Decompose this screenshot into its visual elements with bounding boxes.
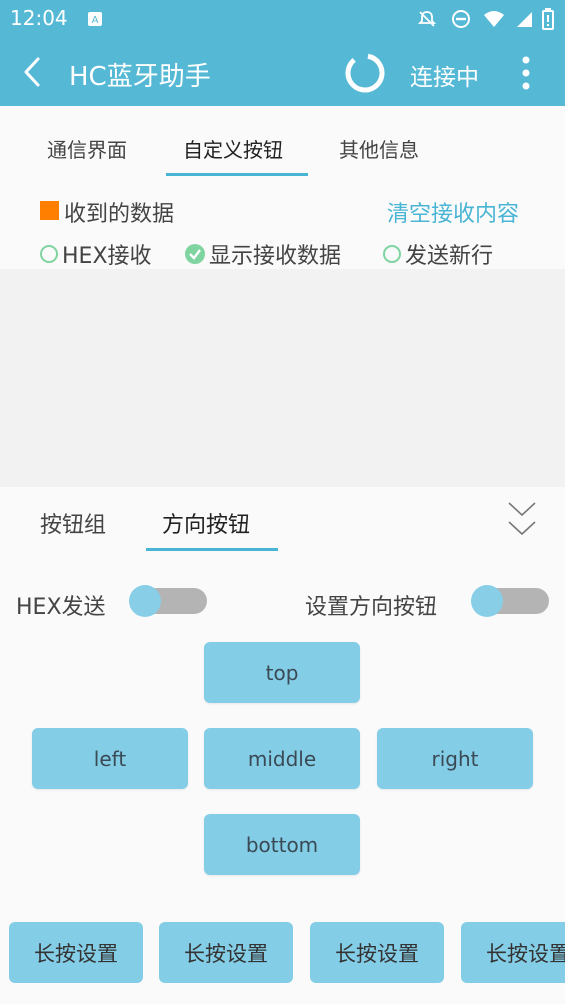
do-not-disturb-icon	[450, 8, 472, 30]
tab-direction-buttons[interactable]: 方向按钮	[162, 507, 250, 539]
hex-send-switch[interactable]	[129, 585, 207, 617]
direction-top-button[interactable]: top	[204, 642, 360, 703]
long-press-set-button[interactable]: 长按设置	[9, 922, 143, 983]
radio-unchecked-icon	[383, 245, 401, 263]
hex-send-label: HEX发送	[16, 595, 106, 620]
clear-received-button[interactable]: 清空接收内容	[387, 196, 519, 228]
connect-status-button[interactable]: 连接中	[410, 58, 479, 92]
svg-text:A: A	[92, 15, 99, 26]
received-data-title: 收到的数据	[64, 202, 175, 227]
show-received-radio[interactable]: 显示接收数据	[185, 238, 341, 270]
app-title: HC蓝牙助手	[69, 62, 211, 92]
signal-icon	[513, 8, 535, 30]
radio-checked-icon	[185, 244, 205, 264]
send-newline-radio[interactable]: 发送新行	[383, 238, 493, 270]
keyboard-notification-icon: A	[84, 8, 106, 30]
status-bar: 12:04 A	[0, 0, 565, 38]
more-menu-icon[interactable]	[516, 55, 536, 91]
receive-marker-icon	[40, 201, 59, 220]
direction-bottom-button[interactable]: bottom	[204, 814, 360, 875]
long-press-button-row: 长按设置 长按设置 长按设置 长按设置	[0, 922, 565, 984]
set-direction-switch[interactable]	[471, 585, 549, 617]
show-received-label: 显示接收数据	[209, 244, 342, 269]
radio-unchecked-icon	[40, 245, 58, 263]
hex-receive-radio[interactable]: HEX接收	[40, 238, 152, 270]
collapse-chevron-icon[interactable]	[506, 500, 538, 540]
tab-indicator	[166, 173, 308, 176]
app-bar: HC蓝牙助手 连接中	[0, 38, 565, 106]
wifi-icon	[483, 8, 505, 30]
long-press-set-button[interactable]: 长按设置	[159, 922, 293, 983]
send-newline-label: 发送新行	[405, 244, 494, 269]
direction-middle-button[interactable]: middle	[204, 728, 360, 789]
received-data-area[interactable]	[0, 269, 565, 487]
loading-spinner-icon	[344, 52, 386, 94]
long-press-set-button[interactable]: 长按设置	[461, 922, 565, 983]
tab-custom-buttons[interactable]: 自定义按钮	[183, 134, 283, 163]
notifications-off-icon	[416, 8, 438, 30]
long-press-set-button[interactable]: 长按设置	[310, 922, 444, 983]
tab-button-group[interactable]: 按钮组	[40, 507, 106, 539]
status-time: 12:04	[10, 6, 68, 30]
direction-left-button[interactable]: left	[32, 728, 188, 789]
direction-right-button[interactable]: right	[377, 728, 533, 789]
bottom-tab-indicator	[146, 548, 278, 551]
back-arrow-icon[interactable]	[18, 56, 48, 88]
hex-receive-label: HEX接收	[62, 244, 152, 269]
set-direction-label: 设置方向按钮	[305, 595, 438, 620]
tab-comm[interactable]: 通信界面	[47, 134, 127, 163]
tab-other-info[interactable]: 其他信息	[339, 134, 419, 163]
battery-icon	[538, 8, 560, 30]
